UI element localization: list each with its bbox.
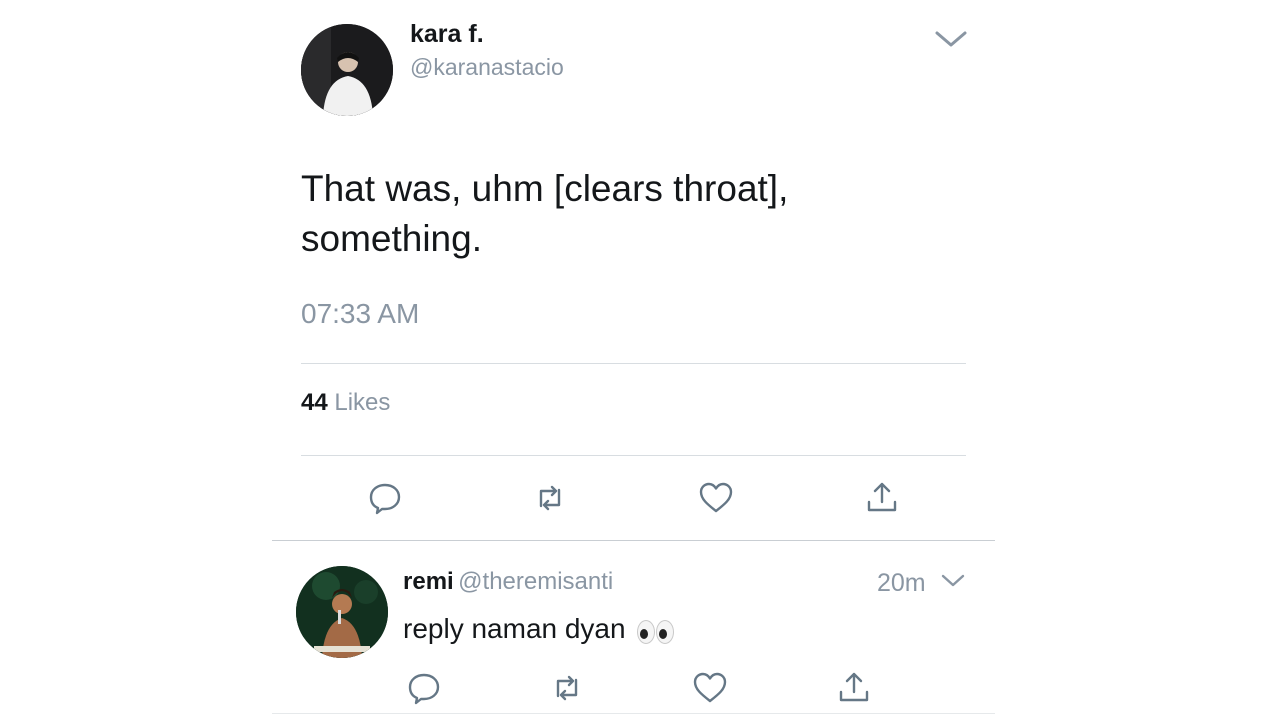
- divider: [301, 363, 966, 364]
- reply-user-handle[interactable]: @theremisanti: [458, 568, 613, 595]
- reply-text-container: reply naman dyan: [403, 613, 675, 647]
- display-name[interactable]: kara f.: [410, 20, 484, 49]
- chevron-down-icon[interactable]: [940, 571, 966, 596]
- reply-text: reply naman dyan: [403, 613, 626, 644]
- likes-count: 44: [301, 389, 328, 416]
- likes-summary[interactable]: 44 Likes: [301, 389, 390, 417]
- divider: [272, 713, 995, 714]
- reply-time: 20m: [877, 569, 926, 597]
- eyes-emoji: [637, 615, 675, 647]
- chevron-down-icon[interactable]: [934, 26, 968, 57]
- avatar[interactable]: [301, 24, 393, 116]
- divider: [301, 455, 966, 456]
- user-handle[interactable]: @karanastacio: [410, 54, 564, 81]
- reply-header: remi @theremisanti: [403, 568, 613, 596]
- reply-icon[interactable]: [404, 668, 444, 708]
- share-icon[interactable]: [834, 668, 874, 708]
- like-icon[interactable]: [690, 668, 730, 708]
- retweet-icon[interactable]: [530, 478, 570, 518]
- tweet-text-line: something.: [301, 218, 482, 259]
- tweet-text: That was, uhm [clears throat], something…: [301, 164, 981, 264]
- tweet-timestamp[interactable]: 07:33 AM: [301, 298, 419, 330]
- share-icon[interactable]: [862, 478, 902, 518]
- profile-photo: [296, 566, 388, 658]
- divider: [272, 540, 995, 541]
- likes-label: Likes: [334, 389, 391, 416]
- reply-avatar[interactable]: [296, 566, 388, 658]
- reply-icon[interactable]: [365, 478, 405, 518]
- reply-display-name[interactable]: remi: [403, 568, 454, 595]
- tweet-text-line: That was, uhm [clears throat],: [301, 168, 789, 209]
- retweet-icon[interactable]: [547, 668, 587, 708]
- like-icon[interactable]: [696, 478, 736, 518]
- profile-photo: [301, 24, 393, 116]
